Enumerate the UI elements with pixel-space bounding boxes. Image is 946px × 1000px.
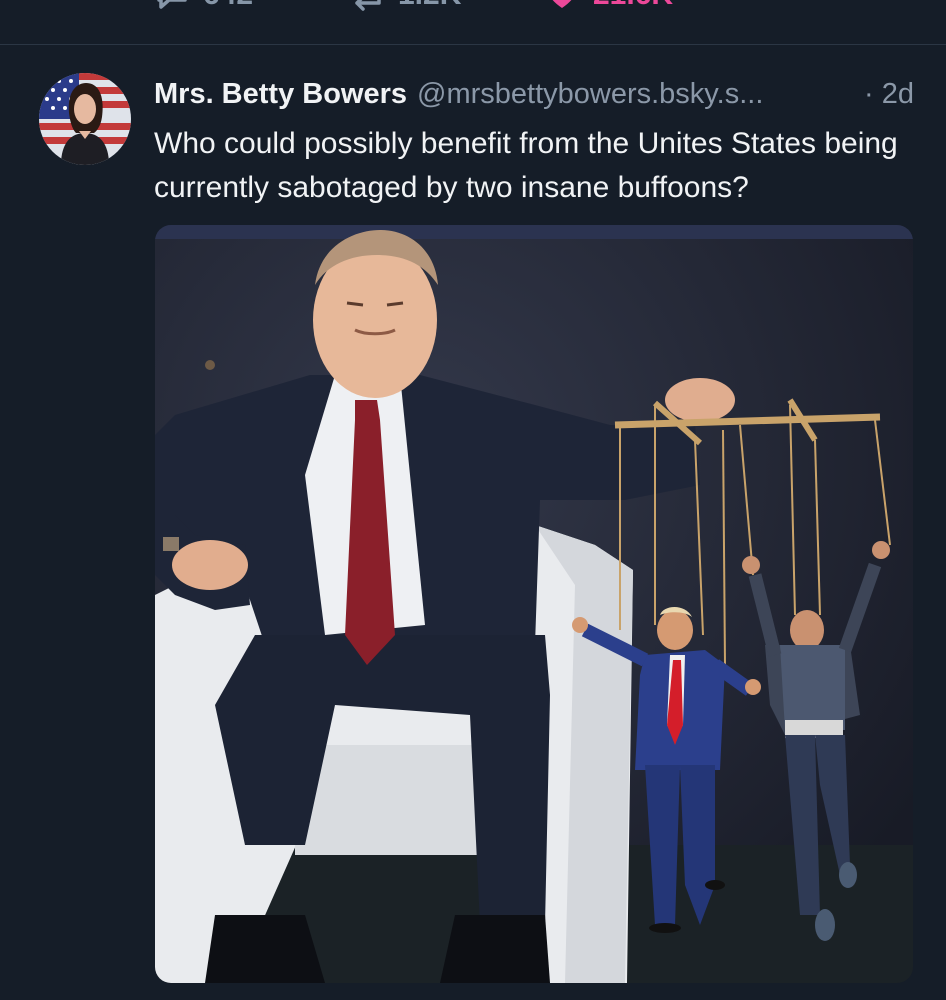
reply-button[interactable]: 642: [155, 0, 253, 12]
like-count: 21.6K: [593, 0, 673, 12]
previous-post-actions: 642 1.2K 21.6K: [0, 0, 946, 45]
author-handle[interactable]: @mrsbettybowers.bsky.s...: [417, 78, 763, 111]
post-image-illustration: [155, 225, 913, 983]
post-text: Who could possibly benefit from the Unit…: [154, 127, 898, 204]
like-button[interactable]: 21.6K: [545, 0, 673, 12]
avatar[interactable]: [39, 73, 131, 165]
repost-button[interactable]: 1.2K: [350, 0, 461, 12]
post-timestamp[interactable]: · 2d: [864, 78, 914, 111]
post-image[interactable]: [155, 225, 913, 983]
reply-count: 642: [203, 0, 253, 12]
post-header: Mrs. Betty Bowers @mrsbettybowers.bsky.s…: [154, 78, 914, 111]
repost-icon: [355, 0, 381, 11]
heart-icon: [552, 0, 572, 8]
author-name[interactable]: Mrs. Betty Bowers: [154, 78, 407, 111]
feed: 642 1.2K 21.6K: [0, 0, 946, 1000]
avatar-image: [39, 73, 131, 165]
reply-icon: [157, 0, 187, 9]
repost-count: 1.2K: [398, 0, 461, 12]
